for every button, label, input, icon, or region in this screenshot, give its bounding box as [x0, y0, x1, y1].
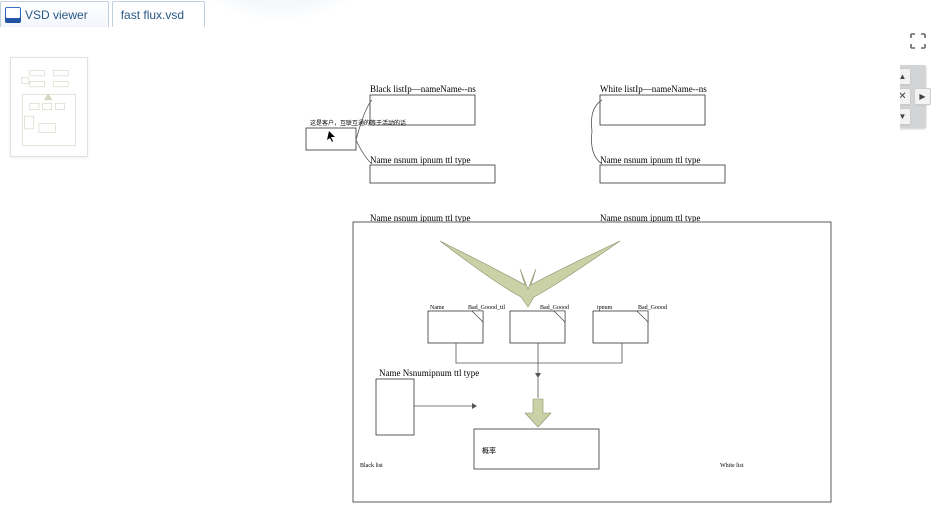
viewer-stage: + − ▲ ◀ ✕ ▶ ▼	[0, 27, 938, 510]
fullscreen-icon	[910, 33, 926, 49]
pan-right-button[interactable]: ▶	[914, 88, 931, 105]
doc-name-bg: Bad_Goood_ttl	[468, 305, 505, 311]
white-list-box	[600, 95, 705, 125]
doc-name-label: Name	[430, 305, 445, 311]
vsd-icon	[5, 7, 21, 23]
result-title: Name Nsnumipnum ttl type	[379, 368, 479, 378]
mid-right-box	[600, 165, 725, 183]
mid-left-title: Name nsnum ipnum ttl type	[370, 155, 471, 165]
black-label: Black list	[360, 463, 383, 469]
cn-note-text: 这是客户，互联互通的等于活动的话	[310, 119, 406, 127]
mid-left-box	[370, 165, 495, 183]
thumbnail-icon	[17, 64, 81, 150]
mid-right-title: Name nsnum ipnum ttl type	[600, 155, 701, 165]
result-left-box	[376, 379, 414, 435]
tab-file-label: fast flux.vsd	[121, 2, 184, 28]
bot-right-title: Name nsnum ipnum ttl type	[600, 213, 701, 223]
tab-app[interactable]: VSD viewer	[0, 1, 109, 27]
doc-ip-label: ipnum	[597, 305, 613, 311]
tab-file[interactable]: fast flux.vsd	[112, 1, 205, 27]
tab-app-label: VSD viewer	[25, 2, 88, 28]
doc-ip-bg: Bad_Goood	[638, 305, 667, 311]
prob-label: 概率	[482, 446, 496, 455]
doc-badgood-box: Bad_Goood	[510, 305, 569, 343]
white-list-title: White listIp—nameName--ns	[600, 84, 707, 94]
fullscreen-button[interactable]	[910, 33, 926, 49]
diagram-canvas[interactable]: Black listIp—nameName--ns White listIp—n…	[110, 29, 900, 509]
doc-bg-label: Bad_Goood	[540, 305, 569, 311]
page-thumbnail[interactable]	[10, 57, 88, 157]
tab-bar: VSD viewer fast flux.vsd	[0, 0, 938, 27]
bot-left-title: Name nsnum ipnum ttl type	[370, 213, 471, 223]
white-label: White list	[720, 463, 744, 469]
black-list-title: Black listIp—nameName--ns	[370, 84, 476, 94]
